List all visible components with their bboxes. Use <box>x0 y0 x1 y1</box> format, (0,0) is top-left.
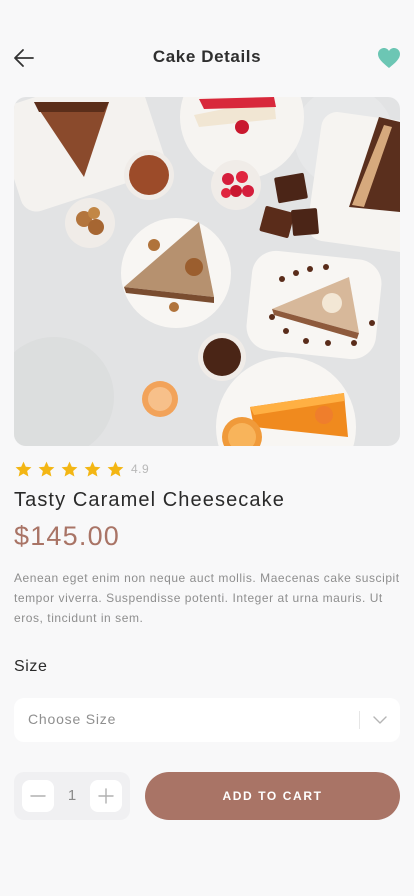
product-name: Tasty Caramel Cheesecake <box>14 489 285 511</box>
page-title: Cake Details <box>152 47 262 66</box>
star-icon <box>15 461 32 477</box>
rating-value: 4.9 <box>131 462 150 476</box>
increase-quantity-button[interactable] <box>90 780 122 812</box>
star-icon <box>61 461 78 477</box>
size-select[interactable]: Choose Size <box>14 698 400 742</box>
rating-row: 4.9 <box>14 459 149 479</box>
quantity-stepper: 1 <box>14 772 130 820</box>
add-to-cart-button[interactable]: ADD TO CART <box>145 772 400 820</box>
favorite-button[interactable] <box>376 45 402 71</box>
app-header: Cake Details <box>0 36 414 80</box>
size-label: Size <box>14 658 48 675</box>
select-divider <box>359 711 360 729</box>
size-select-placeholder: Choose Size <box>28 711 117 727</box>
star-icon <box>84 461 101 477</box>
chevron-down-icon <box>373 716 387 724</box>
plus-icon <box>98 788 114 804</box>
star-icon <box>107 461 124 477</box>
heart-icon <box>378 48 400 68</box>
product-image <box>14 97 400 446</box>
product-price: $145.00 <box>14 521 120 551</box>
product-description: Aenean eget enim non neque auct mollis. … <box>14 571 400 625</box>
star-icon <box>38 461 55 477</box>
